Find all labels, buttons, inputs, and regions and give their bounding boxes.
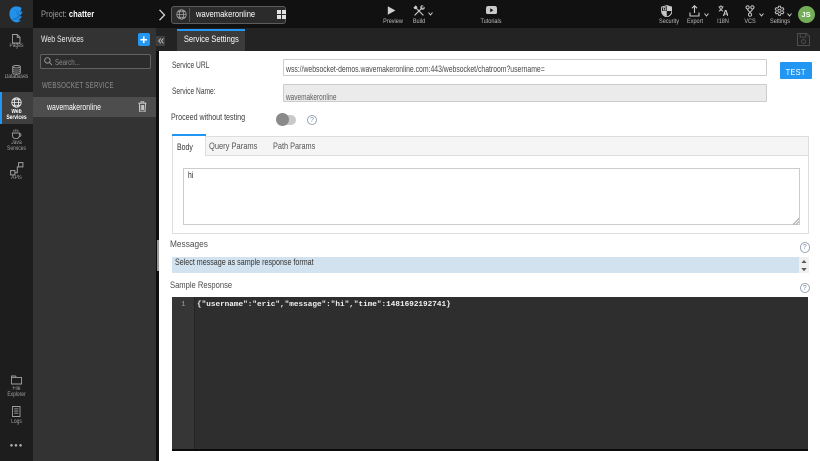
svg-text:A: A <box>722 8 728 17</box>
